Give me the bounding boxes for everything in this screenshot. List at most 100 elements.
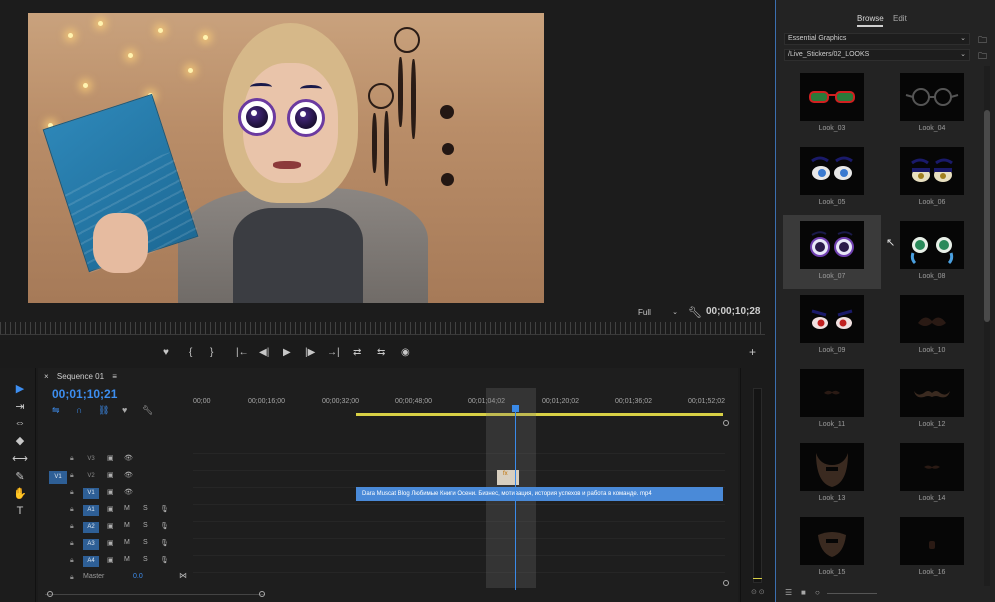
track-select-tool-icon[interactable]: ⇥ <box>12 400 28 414</box>
close-icon[interactable]: × <box>44 372 49 381</box>
solo-button[interactable]: S <box>143 539 148 546</box>
program-video-frame[interactable] <box>28 13 544 303</box>
horizontal-scrollbar[interactable] <box>45 594 265 595</box>
track-name[interactable]: V2 <box>83 471 99 482</box>
work-area-bar[interactable] <box>356 413 723 416</box>
lock-icon[interactable]: 🔒︎ <box>70 523 74 531</box>
source-dropdown[interactable]: Essential Graphics ⌄ <box>784 33 970 45</box>
extract-icon[interactable]: ⇆ <box>377 347 385 358</box>
track-name[interactable]: V1 <box>83 488 99 499</box>
solo-button[interactable]: S <box>143 522 148 529</box>
sticker-tile-look-15[interactable]: Look_15 <box>783 511 881 585</box>
track-name[interactable]: A1 <box>83 505 99 516</box>
meter-solo-icons[interactable]: ⊙ ⊙ <box>751 588 765 596</box>
master-expand-icon[interactable]: ⋈ <box>179 571 187 580</box>
mute-button[interactable]: M <box>124 522 130 529</box>
track-name[interactable]: A4 <box>83 556 99 567</box>
step-back-icon[interactable]: ◀| <box>259 347 269 358</box>
sticker-tile-look-03[interactable]: Look_03 <box>783 67 881 141</box>
sticker-tile-look-11[interactable]: Look_11 <box>783 363 881 437</box>
tab-edit[interactable]: Edit <box>893 14 907 23</box>
sticker-tile-look-04[interactable]: Look_04 <box>883 67 981 141</box>
nest-icon[interactable]: ⇋ <box>52 405 60 416</box>
sync-lock-icon[interactable]: ▣ <box>107 522 114 530</box>
panel-menu-icon[interactable]: ≡ <box>112 372 117 381</box>
video-clip[interactable]: Dara Muscat Blog Любимые Книги Осени. Би… <box>356 487 723 501</box>
sticker-tile-look-10[interactable]: Look_10 <box>883 289 981 363</box>
sync-lock-icon[interactable]: ▣ <box>107 454 114 462</box>
thumbnail-size-slider[interactable] <box>827 593 877 594</box>
microphone-icon[interactable]: 🎙︎ <box>160 556 169 564</box>
track-name[interactable]: A3 <box>83 539 99 550</box>
sticker-tile-look-14[interactable]: Look_14 <box>883 437 981 511</box>
master-volume[interactable]: 0.0 <box>133 573 143 580</box>
go-to-in-icon[interactable]: |← <box>236 347 249 358</box>
panel-scrollbar-thumb[interactable] <box>984 110 990 322</box>
timeline-ruler[interactable]: 00;00 00;00;16;00 00;00;32;00 00;00;48;0… <box>193 398 725 410</box>
tab-browse[interactable]: Browse <box>857 14 884 23</box>
mute-button[interactable]: M <box>124 556 130 563</box>
sticker-tile-look-12[interactable]: Look_12 <box>883 363 981 437</box>
selection-tool-icon[interactable]: ▶ <box>12 382 28 396</box>
eye-icon[interactable]: 👁︎ <box>124 471 133 479</box>
solo-button[interactable]: S <box>143 556 148 563</box>
lock-icon[interactable]: 🔒︎ <box>70 489 74 497</box>
eye-icon[interactable]: 👁︎ <box>124 454 133 462</box>
thumbnail-size-slider-handle[interactable]: ○ <box>815 588 820 597</box>
add-marker-icon[interactable]: ♥ <box>122 405 127 415</box>
monitor-time-ruler[interactable] <box>0 322 765 334</box>
sync-lock-icon[interactable]: ▣ <box>107 505 114 513</box>
playhead-line[interactable] <box>515 405 516 590</box>
ripple-edit-tool-icon[interactable]: ⇔ <box>12 417 28 431</box>
razor-tool-icon[interactable]: ◆ <box>12 434 28 448</box>
mute-button[interactable]: M <box>124 539 130 546</box>
wrench-icon[interactable]: 🔧︎ <box>688 306 702 319</box>
folder-icon[interactable]: 🗀 <box>978 49 987 65</box>
lock-icon[interactable]: 🔒︎ <box>70 540 74 548</box>
type-tool-icon[interactable]: T <box>12 505 28 519</box>
zoom-level-select[interactable]: Full ⌄ <box>638 307 678 318</box>
microphone-icon[interactable]: 🎙︎ <box>160 522 169 530</box>
sticker-tile-look-16[interactable]: Look_16 <box>883 511 981 585</box>
sticker-tile-look-09[interactable]: Look_09 <box>783 289 881 363</box>
lock-icon[interactable]: 🔒︎ <box>70 455 74 463</box>
lock-icon[interactable]: 🔒︎ <box>70 472 74 480</box>
linked-selection-icon[interactable]: ⛓︎ <box>98 405 109 416</box>
slip-tool-icon[interactable]: ⟷ <box>12 452 28 466</box>
add-marker-icon[interactable]: ♥ <box>163 347 169 358</box>
pen-tool-icon[interactable]: ✎ <box>12 470 28 484</box>
sticker-tile-look-08[interactable]: Look_08 <box>883 215 981 289</box>
microphone-icon[interactable]: 🎙︎ <box>160 539 169 547</box>
playhead-handle[interactable] <box>512 405 519 412</box>
lock-icon[interactable]: 🔒︎ <box>70 574 74 582</box>
folder-settings-icon[interactable]: 🗀 <box>978 33 987 49</box>
sync-lock-icon[interactable]: ▣ <box>107 539 114 547</box>
mute-button[interactable]: M <box>124 505 130 512</box>
play-icon[interactable]: ▶ <box>283 347 291 358</box>
lift-icon[interactable]: ⇄ <box>353 347 361 358</box>
tab-sequence[interactable]: × Sequence 01 ≡ <box>44 372 117 381</box>
sync-lock-icon[interactable]: ▣ <box>107 488 114 496</box>
step-forward-icon[interactable]: |▶ <box>305 347 315 358</box>
microphone-icon[interactable]: 🎙︎ <box>160 505 169 513</box>
track-name[interactable]: V3 <box>83 454 99 465</box>
snap-icon[interactable]: ∩ <box>76 405 82 415</box>
mark-in-icon[interactable]: { <box>189 347 192 358</box>
path-dropdown[interactable]: /Live_Stickers/02_LOOKS ⌄ <box>784 49 970 61</box>
export-frame-icon[interactable]: ◉ <box>401 347 410 358</box>
go-to-out-icon[interactable]: →| <box>327 347 340 358</box>
sticker-tile-look-13[interactable]: Look_13 <box>783 437 881 511</box>
icon-view-icon[interactable]: ■ <box>801 588 806 597</box>
source-patch-v1[interactable]: V1 <box>49 471 67 484</box>
settings-wrench-icon[interactable]: 🔧︎ <box>142 405 153 416</box>
add-button-icon[interactable]: + <box>749 345 756 359</box>
sync-lock-icon[interactable]: ▣ <box>107 471 114 479</box>
sticker-tile-look-07[interactable]: Look_07 <box>783 215 881 289</box>
track-name[interactable]: A2 <box>83 522 99 533</box>
zoom-handle-right[interactable] <box>259 591 265 597</box>
lock-icon[interactable]: 🔒︎ <box>70 506 74 514</box>
list-view-icon[interactable]: ☰ <box>785 588 792 597</box>
hand-tool-icon[interactable]: ✋ <box>12 487 28 501</box>
solo-button[interactable]: S <box>143 505 148 512</box>
mark-out-icon[interactable]: } <box>210 347 213 358</box>
